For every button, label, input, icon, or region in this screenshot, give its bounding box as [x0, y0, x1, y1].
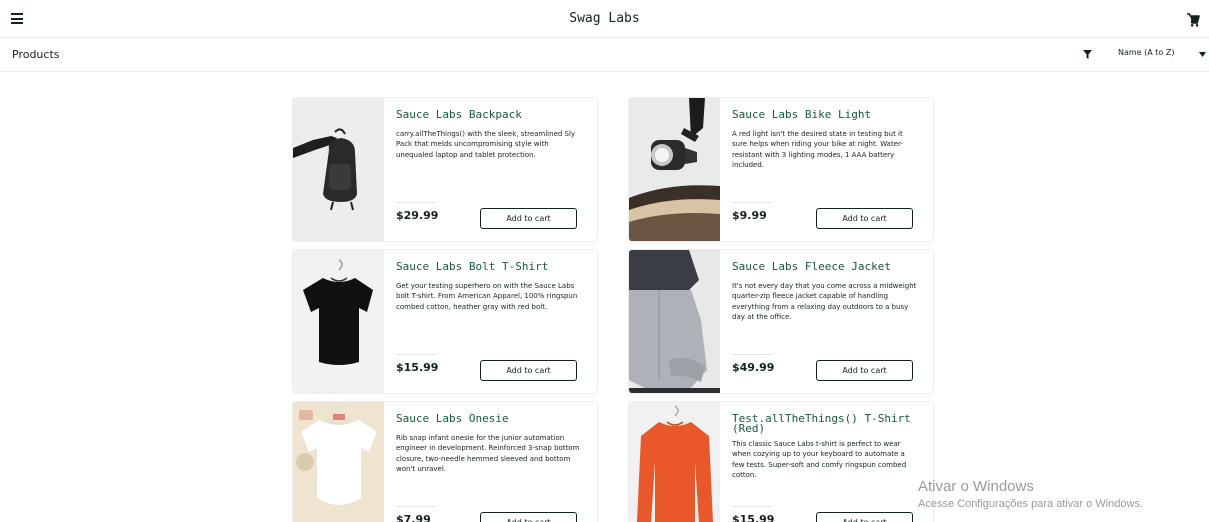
price-divider: [732, 354, 772, 355]
product-name[interactable]: Sauce Labs Backpack: [396, 109, 591, 120]
app-title: Swag Labs: [569, 11, 640, 26]
inventory-item-red-tshirt: Test.allTheThings() T-Shirt (Red) This c…: [628, 401, 934, 522]
product-price: $15.99: [396, 361, 439, 374]
products-subheader: Products Name (A to Z): [0, 38, 1209, 72]
add-to-cart-button[interactable]: Add to cart: [480, 208, 577, 229]
inventory-item-bike-light: Sauce Labs Bike Light A red light isn't …: [628, 97, 934, 242]
filter-icon: [1083, 50, 1092, 59]
product-name[interactable]: Sauce Labs Bolt T-Shirt: [396, 261, 591, 272]
price-divider: [396, 506, 436, 507]
product-description: This classic Sauce Labs t-shirt is perfe…: [732, 440, 907, 479]
product-image-red-tshirt[interactable]: [629, 402, 720, 522]
app-header: Swag Labs: [0, 0, 1209, 38]
add-to-cart-button[interactable]: Add to cart: [816, 208, 913, 229]
product-description: A red light isn't the desired state in t…: [732, 130, 903, 169]
product-price: $15.99: [732, 513, 775, 522]
product-image-bike-light[interactable]: [629, 98, 720, 241]
product-name[interactable]: Sauce Labs Bike Light: [732, 109, 927, 120]
product-price: $7.99: [396, 513, 431, 522]
product-description: It's not every day that you come across …: [732, 282, 917, 321]
price-divider: [732, 202, 772, 203]
product-description: carry.allTheThings() with the sleek, str…: [396, 130, 576, 159]
add-to-cart-button[interactable]: Add to cart: [816, 360, 913, 381]
product-image-backpack[interactable]: [293, 98, 384, 241]
add-to-cart-button[interactable]: Add to cart: [816, 512, 913, 522]
add-to-cart-button[interactable]: Add to cart: [480, 512, 577, 522]
product-image-onesie[interactable]: [293, 402, 384, 522]
inventory-list: Sauce Labs Backpack carry.allTheThings()…: [0, 72, 1209, 522]
inventory-item-fleece-jacket: Sauce Labs Fleece Jacket It's not every …: [628, 249, 934, 394]
product-description: Get your testing superhero on with the S…: [396, 282, 578, 311]
add-to-cart-button[interactable]: Add to cart: [480, 360, 577, 381]
shopping-cart-icon[interactable]: [1186, 12, 1200, 27]
sort-selected-value: Name (A to Z): [1118, 48, 1175, 57]
inventory-item-bolt-tshirt: Sauce Labs Bolt T-Shirt Get your testing…: [292, 249, 598, 394]
product-image-bolt-tshirt[interactable]: [293, 250, 384, 393]
product-price: $9.99: [732, 209, 767, 222]
price-divider: [732, 506, 772, 507]
price-divider: [396, 354, 436, 355]
product-name[interactable]: Sauce Labs Fleece Jacket: [732, 261, 927, 272]
product-name[interactable]: Sauce Labs Onesie: [396, 413, 591, 424]
product-description: Rib snap infant onesie for the junior au…: [396, 434, 580, 473]
price-divider: [396, 202, 436, 203]
chevron-down-icon: [1199, 52, 1206, 57]
inventory-item-onesie: Sauce Labs Onesie Rib snap infant onesie…: [292, 401, 598, 522]
inventory-item-backpack: Sauce Labs Backpack carry.allTheThings()…: [292, 97, 598, 242]
product-image-fleece-jacket[interactable]: [629, 250, 720, 393]
product-price: $29.99: [396, 209, 439, 222]
product-price: $49.99: [732, 361, 775, 374]
product-name[interactable]: Test.allTheThings() T-Shirt (Red): [732, 413, 927, 434]
sort-dropdown[interactable]: Name (A to Z): [1078, 46, 1209, 64]
page-title: Products: [12, 48, 60, 61]
